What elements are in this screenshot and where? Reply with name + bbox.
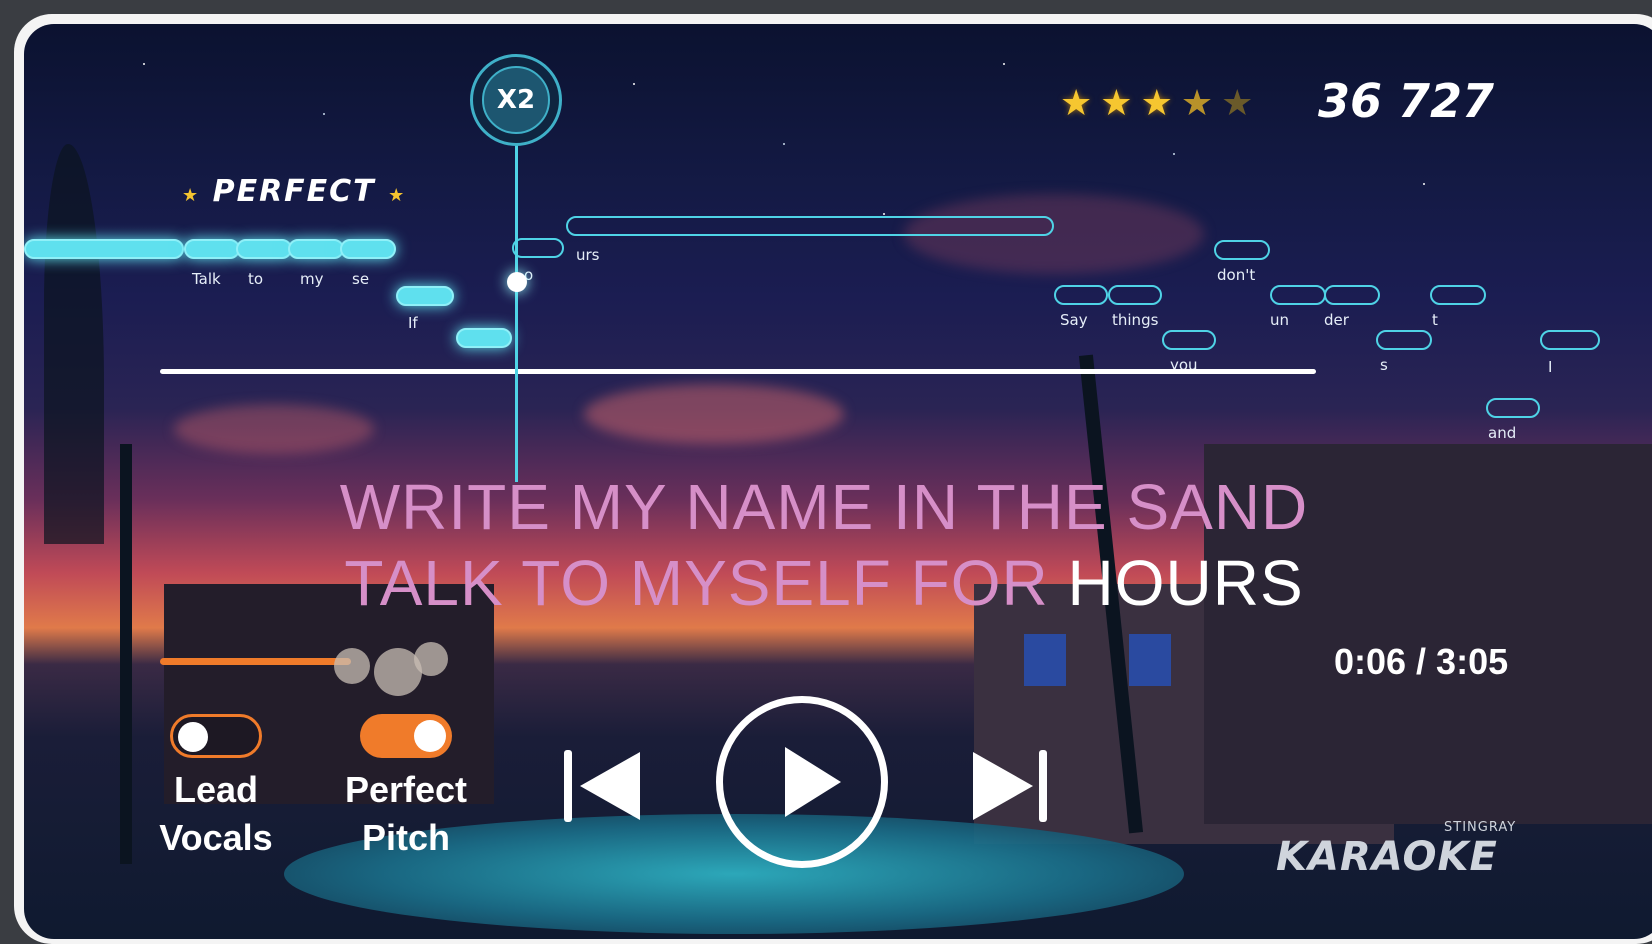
cloud [584, 384, 844, 444]
pitch-note [1162, 330, 1216, 350]
rating-star-icon: ★ [1060, 83, 1093, 124]
skip-next-icon [973, 750, 1047, 822]
perfect-pitch-toggle[interactable] [360, 714, 452, 758]
device-frame: Talk to my se If o urs don't Say things … [14, 14, 1652, 944]
score-multiplier: X2 [470, 54, 562, 146]
pitch-cursor-line [515, 142, 518, 482]
pitch-note [512, 238, 564, 258]
pitch-note [1376, 330, 1432, 350]
pitch-word: don't [1217, 266, 1256, 284]
rating-star-icon: ★ [1140, 83, 1173, 124]
skip-next-button[interactable] [969, 748, 1059, 824]
label-line: Perfect [344, 769, 468, 810]
pitch-word: t [1432, 311, 1438, 329]
pitch-note [566, 216, 1054, 236]
song-progress-bar[interactable] [160, 658, 351, 665]
pitch-word: I [1548, 358, 1553, 376]
pitch-word: se [352, 270, 370, 288]
skip-previous-button[interactable] [562, 748, 652, 824]
pitch-note [1054, 285, 1108, 305]
pitch-word: If [408, 314, 418, 332]
label-line: Lead [173, 769, 259, 810]
toggle-knob [414, 720, 446, 752]
pitch-note [1430, 285, 1486, 305]
label-line: Pitch [361, 817, 450, 858]
pitch-word: things [1112, 311, 1159, 329]
pitch-note-sung [288, 239, 344, 259]
pitch-cursor-dot [507, 272, 527, 292]
game-screen: Talk to my se If o urs don't Say things … [24, 24, 1652, 939]
pitch-note [1214, 240, 1270, 260]
cloud [174, 404, 374, 454]
pitch-word: Talk [192, 270, 221, 288]
rating-star-icon: ★ [1100, 83, 1133, 124]
pitch-baseline [160, 369, 1316, 374]
toggle-knob [178, 722, 208, 752]
score: 36 727 [1318, 74, 1495, 128]
pitch-note-sung [24, 239, 184, 259]
bubble [414, 642, 448, 676]
pitch-note [1540, 330, 1600, 350]
pitch-note-sung [236, 239, 292, 259]
brand-big: KARAOKE [1276, 834, 1498, 880]
pitch-word: der [1324, 311, 1349, 329]
perfect-pitch-label: Perfect Pitch [334, 766, 478, 862]
pitch-word: my [300, 270, 324, 288]
window [1129, 634, 1171, 686]
pitch-note [1270, 285, 1326, 305]
pitch-note-sung [456, 328, 512, 348]
brand-small: STINGRAY [1444, 820, 1517, 835]
pitch-word: you [1170, 356, 1198, 370]
pitch-note [1324, 285, 1380, 305]
pitch-word: s [1380, 356, 1388, 374]
bubble [334, 648, 370, 684]
lyric-line-current: TALK TO MYSELF FOR HOURS [24, 546, 1624, 620]
lyric-sung: TALK TO MYSELF FOR [344, 547, 1068, 619]
pitch-note [1108, 285, 1162, 305]
pitch-word: Say [1060, 311, 1088, 329]
pitch-word: and [1488, 424, 1517, 442]
lead-vocals-label: Lead Vocals [154, 766, 278, 862]
pitch-word: to [248, 270, 264, 288]
feedback-text: PERFECT [212, 174, 376, 209]
lyric-current-word: HOURS [1067, 547, 1304, 619]
pitch-word: un [1270, 311, 1290, 329]
skip-previous-icon [564, 750, 640, 822]
lead-vocals-toggle[interactable] [170, 714, 262, 758]
rating-star-icon: ★ [1221, 83, 1254, 124]
rating-star-icon: ★ [1180, 83, 1214, 124]
perfect-feedback: ★ PERFECT ★ [182, 174, 406, 209]
window [1024, 634, 1066, 686]
pitch-note-sung [396, 286, 454, 306]
playback-time: 0:06 / 3:05 [1334, 641, 1509, 682]
pitch-note [1486, 398, 1540, 418]
pitch-note-sung [340, 239, 396, 259]
star-icon: ★ [388, 185, 407, 206]
star-icon: ★ [182, 185, 201, 206]
star-rating: ★ ★ ★ ★ ★ [1060, 84, 1253, 124]
label-line: Vocals [159, 817, 273, 858]
pitch-note-sung [184, 239, 240, 259]
lyric-line-next: WRITE MY NAME IN THE SAND [339, 471, 1309, 543]
multiplier-label: X2 [482, 66, 550, 134]
pitch-word: urs [576, 246, 600, 264]
play-icon [785, 747, 841, 817]
play-button[interactable] [716, 696, 888, 868]
